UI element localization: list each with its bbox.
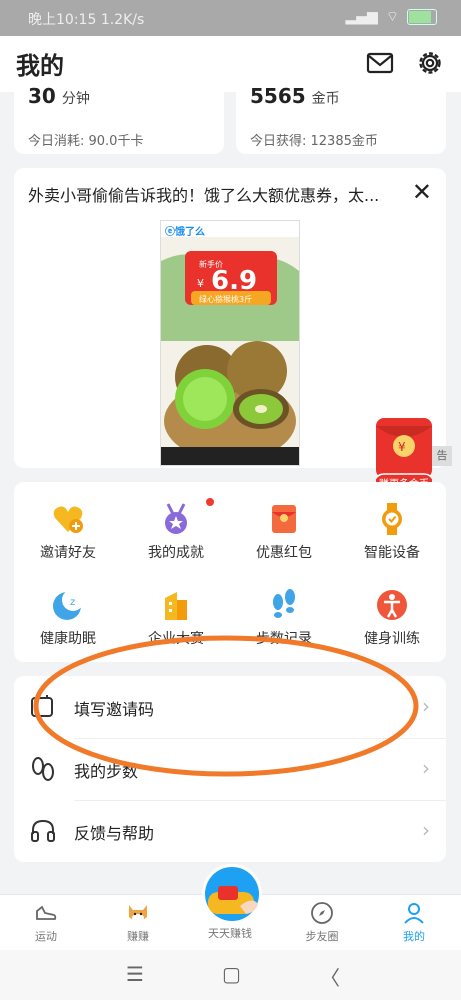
close-icon[interactable]: ✕ [412, 180, 432, 204]
notification-dot [206, 498, 214, 506]
chevron-right-icon: › [422, 756, 430, 780]
eleme-logo: ⓔ饿了么 [165, 227, 205, 238]
grid-item-smart-device[interactable]: 智能设备 [338, 502, 446, 562]
person-icon [404, 903, 424, 924]
shiba-dog-icon [129, 905, 147, 922]
signal-icon: ▂▄▆ [345, 9, 378, 25]
compass-icon [311, 902, 333, 924]
ad-image[interactable]: ⓔ饿了么 新手价 ¥ 6.9 绿心猕猴桃3斤 [160, 220, 300, 466]
chevron-right-icon: › [422, 694, 430, 718]
chevron-right-icon: › [422, 818, 430, 842]
stat-card-exercise[interactable]: 30 分钟 今日消耗: 90.0千卡 [14, 84, 224, 154]
stat-exercise-sub: 今日消耗: 90.0千卡 [28, 134, 144, 149]
smart-watch-icon [382, 503, 402, 535]
grid-item-achievement[interactable]: 我的成就 [122, 498, 230, 562]
grid-item-coupon[interactable]: 优惠红包 [230, 502, 338, 562]
gear-icon[interactable] [415, 48, 445, 78]
menu-icon[interactable]: ☰ [126, 962, 144, 986]
coin-hand-icon[interactable] [200, 862, 264, 926]
ad-title[interactable]: 外卖小哥偷偷告诉我的！饿了么大额优惠券，太... [28, 182, 398, 206]
stat-exercise-value: 30 分钟 [28, 84, 90, 108]
medal-icon [165, 503, 187, 534]
tab-earn[interactable]: 赚赚 [92, 895, 184, 951]
battery-icon [407, 9, 437, 25]
mail-icon[interactable] [365, 48, 395, 78]
heart-plus-icon [53, 506, 83, 533]
ad-label: 告 [432, 446, 452, 466]
tab-sport[interactable]: 运动 [0, 895, 92, 951]
home-icon[interactable]: ▢ [222, 962, 241, 986]
wifi-icon: ⌔ [385, 9, 399, 25]
kiwi-ad-graphic: 新手价 ¥ 6.9 绿心猕猴桃3斤 [161, 237, 299, 465]
tab-step-friends[interactable]: 步友圈 [276, 895, 368, 951]
red-envelope-icon [272, 505, 296, 533]
stat-card-coins[interactable]: 5565 金币 今日获得: 12385金币 [236, 84, 446, 154]
svg-text:¥: ¥ [398, 440, 406, 454]
page-title: 我的 [16, 52, 64, 80]
company-building-icon [165, 592, 187, 620]
footprints-icon [273, 589, 295, 618]
status-time: 晚上10:15 1.2K/s [28, 12, 145, 28]
stat-coins-value: 5565 金币 [250, 84, 340, 108]
sneaker-icon [36, 905, 57, 920]
grid-item-invite[interactable]: 邀请好友 [14, 502, 122, 562]
highlight-ellipse [33, 635, 419, 777]
svg-text:z: z [70, 597, 75, 608]
status-bar: 晚上10:15 1.2K/s ▂▄▆ ⌔ [0, 0, 461, 36]
svg-text:6.9: 6.9 [211, 266, 257, 296]
status-icons: ▂▄▆ ⌔ [346, 8, 437, 26]
svg-text:绿心猕猴桃3斤: 绿心猕猴桃3斤 [199, 294, 252, 304]
moon-sleep-icon: z [53, 589, 84, 620]
stat-coins-sub: 今日获得: 12385金币 [250, 134, 378, 149]
svg-text:¥: ¥ [197, 277, 204, 290]
list-item-feedback[interactable]: 反馈与帮助 › [14, 800, 446, 862]
headset-icon [31, 819, 55, 842]
fitness-person-icon [377, 590, 407, 620]
tab-me[interactable]: 我的 [368, 895, 460, 951]
system-nav-bar: ☰ ▢ 〈 [0, 950, 461, 1000]
back-icon[interactable]: 〈 [320, 962, 340, 991]
